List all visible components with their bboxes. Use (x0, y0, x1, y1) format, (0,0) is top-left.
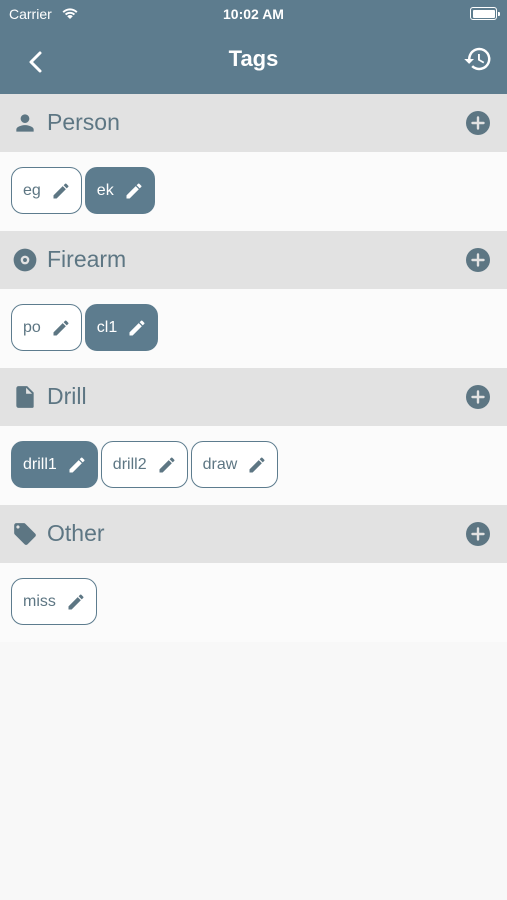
tag-label: drill1 (23, 455, 57, 473)
section-title: Person (47, 109, 120, 135)
battery-icon (470, 7, 500, 20)
tag-list: drill1 drill2 draw (0, 426, 507, 505)
tag-chip[interactable]: drill2 (100, 441, 188, 488)
navigation-bar: Tags (0, 30, 507, 90)
top-bar: Carrier 10:02 AM Tags (0, 0, 507, 94)
section-title: Drill (47, 383, 87, 409)
section-title: Other (47, 520, 105, 546)
disc-icon (12, 247, 38, 273)
plus-circle-icon (466, 111, 490, 139)
add-tag-button[interactable] (466, 522, 490, 546)
tag-sections: Person eg ek Firearm po cl1 Drill drill1 drill2 d… (0, 94, 507, 642)
tag-chip[interactable]: draw (190, 441, 279, 488)
tag-chip[interactable]: ek (84, 167, 155, 214)
tag-chip[interactable]: eg (11, 167, 82, 214)
section-header-firearm: Firearm (0, 231, 507, 289)
add-tag-button[interactable] (466, 248, 490, 272)
tag-chip[interactable]: drill1 (11, 441, 98, 488)
tag-list: miss (0, 563, 507, 642)
section-header-drill: Drill (0, 368, 507, 426)
pencil-icon[interactable] (67, 455, 87, 475)
tag-label: cl1 (96, 318, 118, 336)
tag-label: po (23, 318, 41, 336)
tag-label: ek (96, 181, 114, 199)
document-icon (12, 384, 38, 410)
tag-label: miss (23, 592, 56, 610)
pencil-icon[interactable] (127, 318, 147, 338)
pencil-icon[interactable] (124, 181, 144, 201)
plus-circle-icon (466, 522, 490, 550)
pencil-icon[interactable] (157, 455, 177, 475)
tag-label: draw (202, 455, 238, 473)
history-icon (464, 47, 491, 71)
tag-list: eg ek (0, 152, 507, 231)
status-time: 10:02 AM (223, 6, 284, 22)
tag-label: eg (23, 181, 41, 199)
pencil-icon[interactable] (247, 455, 267, 475)
plus-circle-icon (466, 385, 490, 413)
tag-icon (12, 521, 38, 547)
section-header-other: Other (0, 505, 507, 563)
section-header-person: Person (0, 94, 507, 152)
tag-chip[interactable]: cl1 (84, 304, 159, 351)
history-button[interactable] (463, 44, 493, 74)
plus-circle-icon (466, 248, 490, 276)
add-tag-button[interactable] (466, 385, 490, 409)
pencil-icon[interactable] (51, 318, 71, 338)
tag-label: drill2 (112, 455, 147, 473)
pencil-icon[interactable] (66, 592, 86, 612)
person-icon (12, 110, 38, 136)
pencil-icon[interactable] (51, 181, 71, 201)
add-tag-button[interactable] (466, 111, 490, 135)
tag-chip[interactable]: miss (11, 578, 97, 625)
page-title: Tags (228, 46, 279, 71)
status-bar: Carrier 10:02 AM (0, 0, 507, 28)
section-title: Firearm (47, 246, 127, 272)
tag-list: po cl1 (0, 289, 507, 368)
tag-chip[interactable]: po (11, 304, 82, 351)
